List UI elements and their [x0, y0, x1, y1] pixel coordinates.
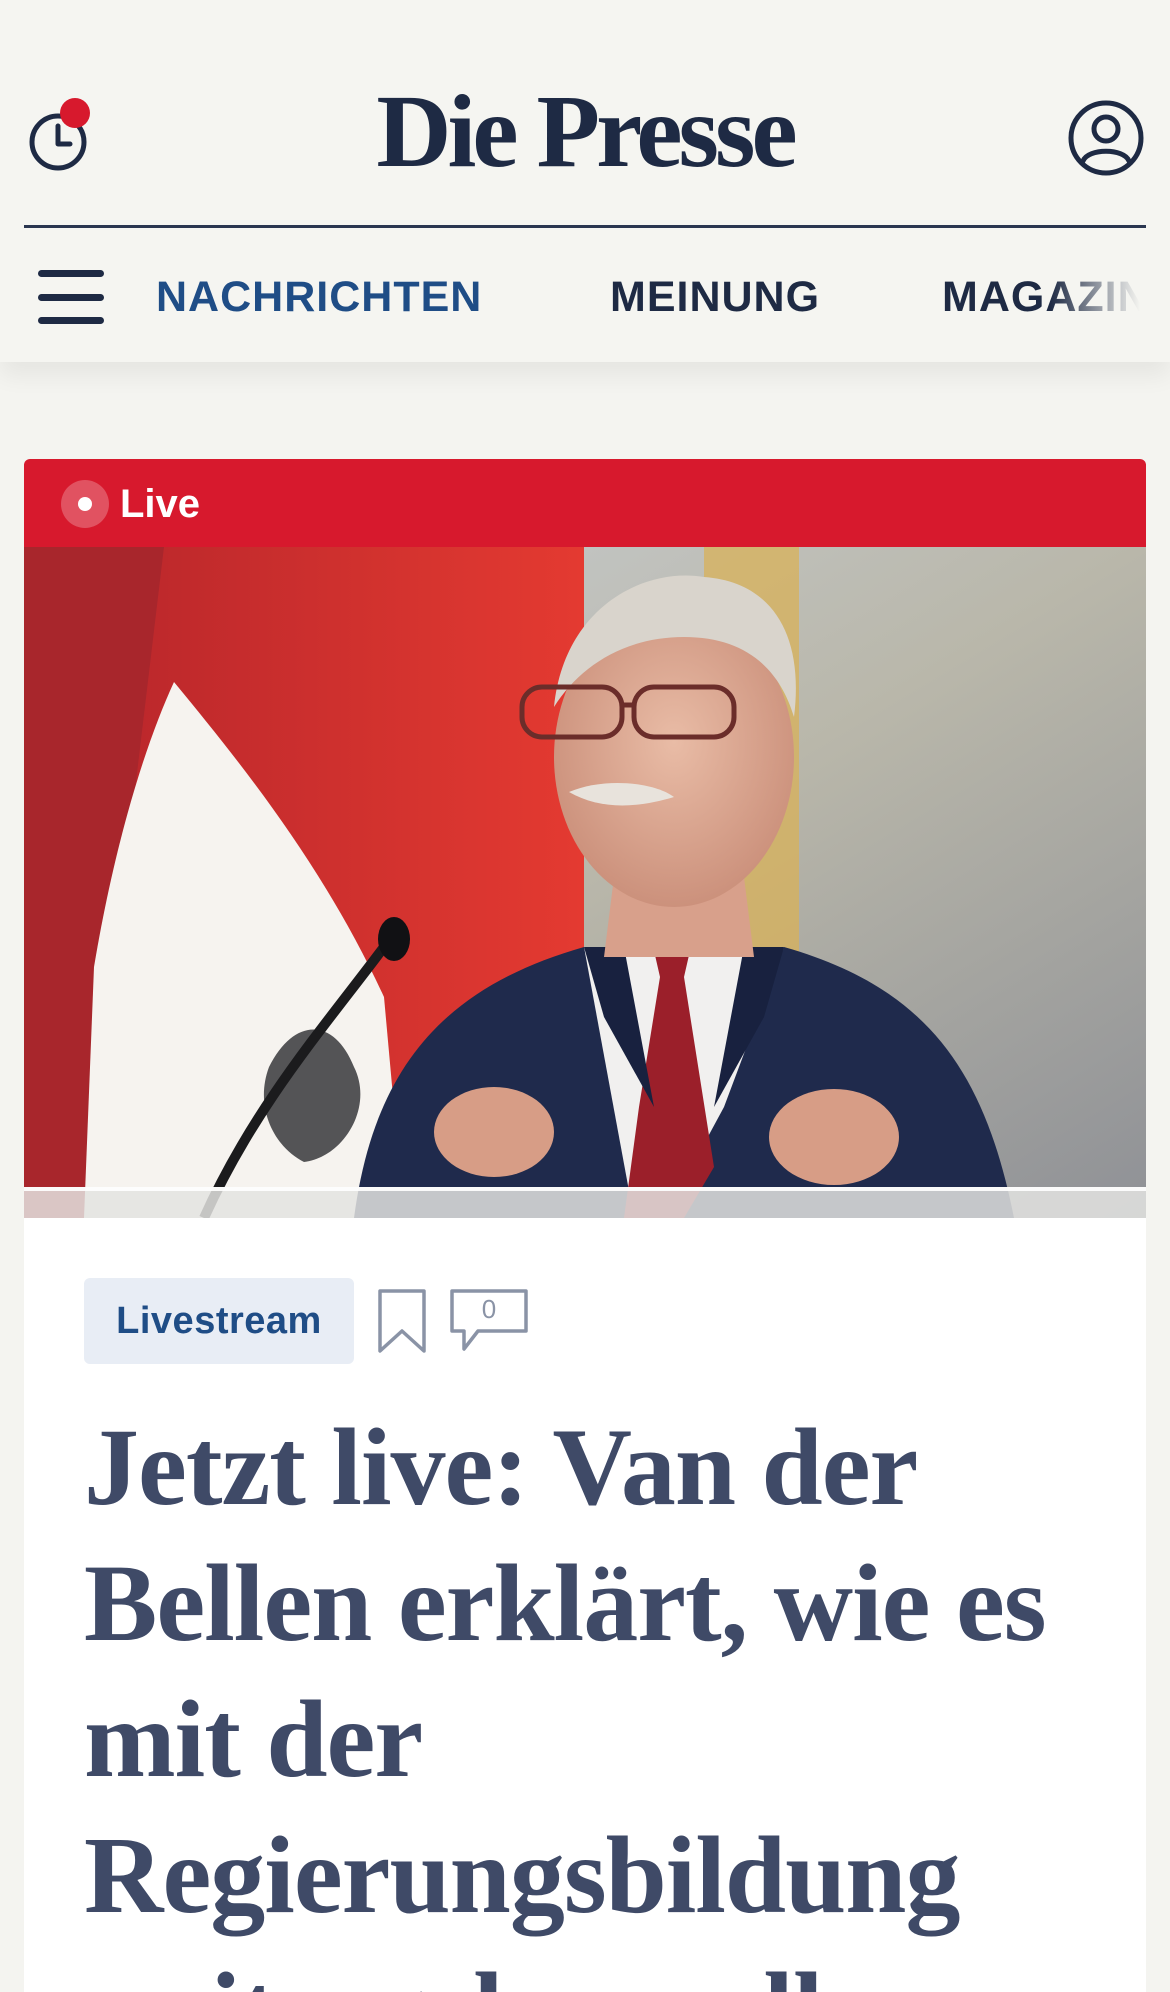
article-headline[interactable]: Jetzt live: Van der Bellen erklärt, wie … [84, 1399, 1124, 1992]
header-divider [24, 225, 1146, 228]
bookmark-icon [378, 1289, 426, 1353]
nav-item-meinung[interactable]: MEINUNG [610, 270, 820, 324]
site-header: Die Presse NACHRICHTEN MEINUNG MAGAZIN [0, 0, 1170, 362]
article-photo-illustration [24, 547, 1146, 1218]
menu-icon [38, 270, 104, 277]
notification-dot [60, 98, 90, 128]
menu-icon-bar [38, 294, 104, 301]
live-label: Live [120, 482, 201, 526]
live-bar: Live [24, 459, 1146, 547]
menu-button[interactable] [38, 270, 106, 324]
account-icon [1068, 100, 1144, 176]
nav-item-nachrichten[interactable]: NACHRICHTEN [156, 270, 482, 324]
app-screen: Die Presse NACHRICHTEN MEINUNG MAGAZIN L… [0, 0, 1170, 1992]
bookmark-button[interactable] [376, 1287, 428, 1355]
comments-count: 0 [481, 1294, 497, 1324]
article-photo[interactable] [24, 547, 1146, 1218]
live-indicator-dot [78, 497, 92, 511]
account-button[interactable] [1066, 98, 1146, 178]
history-button[interactable] [26, 96, 98, 176]
site-logo[interactable]: Die Presse [240, 72, 930, 192]
menu-icon-bar [38, 317, 104, 324]
article-card[interactable]: Live Livestream 0 Jetzt live: Van der Be… [24, 459, 1146, 1992]
comments-button[interactable]: 0 [448, 1287, 530, 1355]
nav-scroll-fade [1050, 250, 1170, 350]
livestream-tag[interactable]: Livestream [84, 1278, 354, 1364]
